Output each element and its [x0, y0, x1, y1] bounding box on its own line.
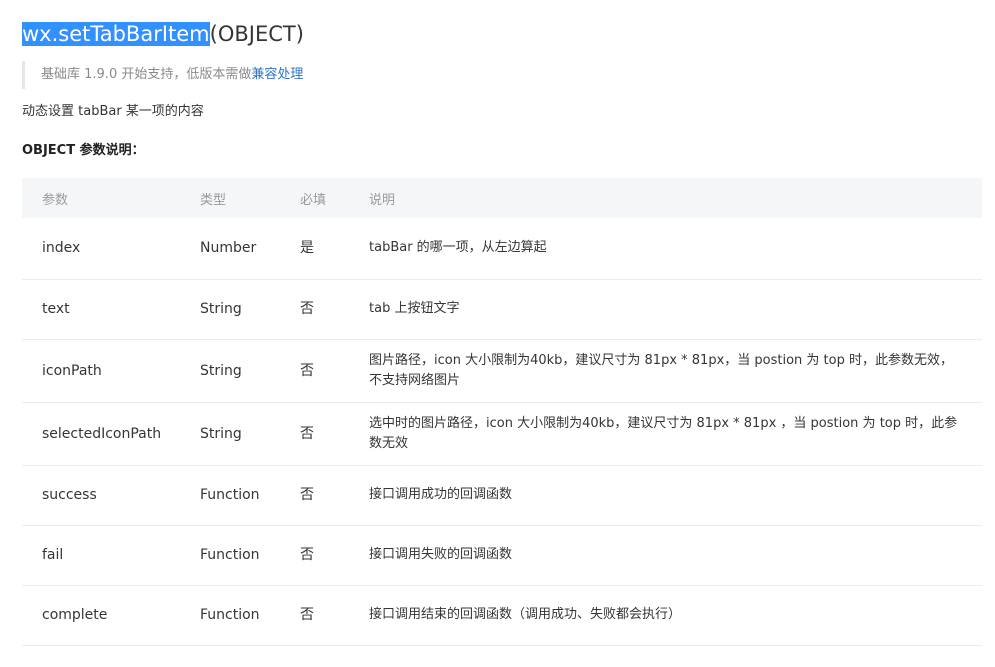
api-title-signature: (OBJECT) [209, 22, 304, 46]
cell-param: text [22, 279, 180, 340]
params-heading: OBJECT 参数说明： [22, 143, 145, 158]
cell-param: success [22, 465, 180, 526]
cell-description: tabBar 的哪一项，从左边算起 [349, 218, 982, 280]
table-row: success Function 否 接口调用成功的回调函数 [22, 465, 982, 526]
cell-description: 选中时的图片路径，icon 大小限制为40kb，建议尺寸为 81px * 81p… [349, 402, 982, 466]
cell-required: 否 [280, 465, 349, 526]
cell-description: 接口调用失败的回调函数 [349, 525, 982, 586]
version-note: 基础库 1.9.0 开始支持，低版本需做兼容处理 [22, 61, 982, 89]
cell-type: String [180, 402, 280, 466]
table-header-row: 参数 类型 必填 说明 [22, 178, 982, 218]
cell-required: 否 [280, 402, 349, 466]
header-description: 说明 [349, 178, 982, 218]
cell-required: 否 [280, 525, 349, 586]
cell-type: Function [180, 525, 280, 586]
table-row: iconPath String 否 图片路径，icon 大小限制为40kb，建议… [22, 339, 982, 403]
table-row: text String 否 tab 上按钮文字 [22, 279, 982, 340]
cell-description: 图片路径，icon 大小限制为40kb，建议尺寸为 81px * 81px，当 … [349, 339, 982, 403]
cell-required: 是 [280, 218, 349, 280]
cell-type: Function [180, 585, 280, 646]
api-title: wx.setTabBarItem(OBJECT) [22, 18, 982, 50]
version-note-text: 基础库 1.9.0 开始支持，低版本需做 [41, 67, 252, 82]
cell-description: tab 上按钮文字 [349, 279, 982, 340]
table-row: complete Function 否 接口调用结束的回调函数（调用成功、失败都… [22, 585, 982, 646]
table-row: fail Function 否 接口调用失败的回调函数 [22, 525, 982, 586]
compat-link[interactable]: 兼容处理 [251, 67, 303, 82]
cell-type: Number [180, 218, 280, 280]
cell-param: selectedIconPath [22, 402, 180, 466]
header-param: 参数 [22, 178, 180, 218]
doc-page: wx.setTabBarItem(OBJECT) 基础库 1.9.0 开始支持，… [22, 18, 982, 646]
api-description: 动态设置 tabBar 某一项的内容 [22, 104, 204, 119]
params-table: 参数 类型 必填 说明 index Number 是 tabBar 的哪一项，从… [22, 178, 982, 646]
header-required: 必填 [280, 178, 349, 218]
table-row: index Number 是 tabBar 的哪一项，从左边算起 [22, 218, 982, 280]
table-row: selectedIconPath String 否 选中时的图片路径，icon … [22, 402, 982, 466]
cell-required: 否 [280, 339, 349, 403]
cell-description: 接口调用成功的回调函数 [349, 465, 982, 526]
cell-param: fail [22, 525, 180, 586]
cell-param: iconPath [22, 339, 180, 403]
cell-param: complete [22, 585, 180, 646]
api-title-selected-text[interactable]: wx.setTabBarItem [22, 22, 210, 46]
cell-type: String [180, 339, 280, 403]
cell-type: String [180, 279, 280, 340]
header-type: 类型 [180, 178, 280, 218]
cell-required: 否 [280, 585, 349, 646]
cell-param: index [22, 218, 180, 280]
cell-type: Function [180, 465, 280, 526]
cell-required: 否 [280, 279, 349, 340]
cell-description: 接口调用结束的回调函数（调用成功、失败都会执行） [349, 585, 982, 646]
